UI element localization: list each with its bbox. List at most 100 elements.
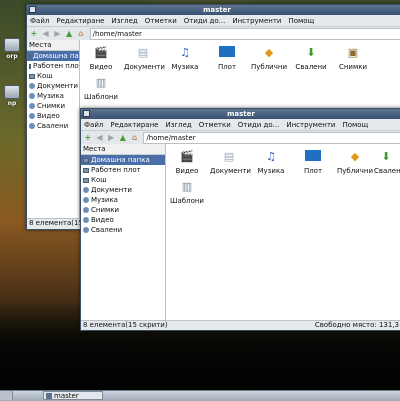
pictures-folder-icon: ▣: [347, 46, 359, 59]
folder-icon: [83, 197, 89, 203]
file-item-downloads[interactable]: ⬇Свалени: [292, 46, 330, 71]
sidebar-item-desktop[interactable]: Работен плот: [27, 61, 79, 71]
sidebar-item-desktop[interactable]: Работен плот: [81, 165, 165, 175]
file-item-public[interactable]: ◆ Публични: [250, 46, 288, 71]
taskbar: master: [0, 390, 400, 401]
menu-go[interactable]: Отиди до...: [184, 17, 226, 25]
places-sidebar: Места Домашна папка Работен плот Кош Док…: [81, 144, 166, 320]
sidebar-item-documents[interactable]: Документи: [81, 185, 165, 195]
back-icon[interactable]: ◀: [41, 29, 51, 39]
folder-icon: [29, 113, 35, 119]
sidebar-item-home[interactable]: Домашна папка: [27, 51, 79, 61]
file-manager-window-front[interactable]: master Файл Редактиране Изглед Отметки О…: [80, 108, 400, 331]
home-icon[interactable]: ⌂: [130, 133, 140, 143]
templates-folder-icon: ▥: [181, 180, 193, 193]
menu-tools[interactable]: Инструменти: [286, 121, 335, 129]
home-folder-icon: [29, 53, 31, 59]
public-folder-icon: ◆: [350, 150, 360, 163]
menubar: Файл Редактиране Изглед Отметки Отиди до…: [27, 15, 400, 27]
drive-icon: [4, 85, 20, 99]
new-tab-icon[interactable]: +: [29, 29, 39, 39]
home-folder-icon: [83, 157, 89, 163]
public-folder-icon: ◆: [264, 46, 274, 59]
window-menu-icon[interactable]: [29, 6, 36, 13]
sidebar-item-music[interactable]: Музика: [81, 195, 165, 205]
folder-icon: [29, 103, 35, 109]
sidebar-item-documents[interactable]: Документи: [27, 81, 79, 91]
start-menu-button[interactable]: [0, 391, 13, 400]
sidebar-item-videos[interactable]: Видео: [81, 215, 165, 225]
sidebar-header: Места: [27, 40, 79, 51]
sidebar-item-pictures[interactable]: Снимки: [81, 205, 165, 215]
sidebar-item-trash[interactable]: Кош: [27, 71, 79, 81]
window-menu-icon[interactable]: [83, 110, 90, 117]
sidebar-header: Места: [81, 144, 165, 155]
desktop-icon[interactable]: np: [0, 85, 24, 107]
forward-icon[interactable]: ▶: [52, 29, 62, 39]
menu-bookmarks[interactable]: Отметки: [199, 121, 231, 129]
menu-view[interactable]: Изглед: [111, 17, 137, 25]
menu-bookmarks[interactable]: Отметки: [145, 17, 177, 25]
documents-folder-icon: ▤: [223, 150, 235, 163]
menubar: Файл Редактиране Изглед Отметки Отиди до…: [81, 119, 400, 131]
file-item-music[interactable]: ♫ Музика: [166, 46, 204, 71]
file-item-desktop[interactable]: Плот: [208, 46, 246, 71]
music-folder-icon: ♫: [266, 150, 276, 163]
menu-go[interactable]: Отиди до...: [238, 121, 280, 129]
file-item-documents[interactable]: ▤ Документи: [124, 46, 165, 71]
new-tab-icon[interactable]: +: [83, 133, 93, 143]
toolbar: + ◀ ▶ ▲ ⌂ /home/master: [81, 131, 400, 145]
file-item-videos[interactable]: 🎬 Видео: [82, 46, 120, 71]
address-bar[interactable]: /home/master: [143, 131, 400, 144]
file-item-public[interactable]: ◆ Публични: [336, 150, 374, 175]
file-view[interactable]: 🎬 Видео ▤ Документи ♫ Музика Плот ◆ Публични…: [166, 144, 400, 320]
desktop-icon-label: np: [7, 100, 17, 107]
menu-edit[interactable]: Редактиране: [56, 17, 104, 25]
sidebar-item-downloads[interactable]: Свалени: [27, 121, 79, 131]
file-item-pictures[interactable]: ▣ Снимки: [334, 46, 372, 71]
window-titlebar[interactable]: master: [27, 5, 400, 15]
desktop-icon: [83, 167, 89, 173]
file-item-documents[interactable]: ▤ Документи: [210, 150, 251, 175]
home-icon[interactable]: ⌂: [76, 29, 86, 39]
menu-help[interactable]: Помощ: [288, 17, 314, 25]
file-item-desktop[interactable]: Плот: [294, 150, 332, 175]
file-item-templates[interactable]: ▥ Шаблони: [82, 76, 120, 101]
address-bar[interactable]: /home/master: [89, 27, 400, 40]
downloads-folder-icon: ⬇: [381, 150, 391, 163]
back-icon[interactable]: ◀: [95, 133, 105, 143]
desktop-folder-icon: [219, 46, 235, 57]
sidebar-item-music[interactable]: Музика: [27, 91, 79, 101]
taskbar-window-button[interactable]: master: [43, 391, 103, 400]
up-icon[interactable]: ▲: [64, 29, 74, 39]
sidebar-item-home[interactable]: Домашна папка: [81, 155, 165, 165]
forward-icon[interactable]: ▶: [106, 133, 116, 143]
file-item-downloads[interactable]: ⬇Свалени: [374, 150, 400, 175]
window-titlebar[interactable]: master: [81, 109, 400, 119]
up-icon[interactable]: ▲: [118, 133, 128, 143]
menu-view[interactable]: Изглед: [165, 121, 191, 129]
music-folder-icon: ♫: [180, 46, 190, 59]
sidebar-item-downloads[interactable]: Свалени: [81, 225, 165, 235]
sidebar-item-pictures[interactable]: Снимки: [27, 101, 79, 111]
computer-icon: [4, 38, 20, 52]
menu-tools[interactable]: Инструменти: [232, 17, 281, 25]
file-item-videos[interactable]: 🎬 Видео: [168, 150, 206, 175]
sidebar-item-videos[interactable]: Видео: [27, 111, 79, 121]
menu-file[interactable]: Файл: [30, 17, 49, 25]
menu-edit[interactable]: Редактиране: [110, 121, 158, 129]
folder-icon: [83, 187, 89, 193]
menu-file[interactable]: Файл: [84, 121, 103, 129]
desktop-icon: [29, 63, 31, 69]
toolbar: + ◀ ▶ ▲ ⌂ /home/master: [27, 27, 400, 41]
desktop-folder-icon: [305, 150, 321, 161]
desktop-icon[interactable]: orp: [0, 38, 24, 60]
video-folder-icon: 🎬: [180, 150, 194, 163]
folder-icon: [29, 93, 35, 99]
sidebar-item-trash[interactable]: Кош: [81, 175, 165, 185]
folder-icon: [83, 207, 89, 213]
menu-help[interactable]: Помощ: [342, 121, 368, 129]
file-item-templates[interactable]: ▥ Шаблони: [168, 180, 206, 205]
file-item-music[interactable]: ♫ Музика: [252, 150, 290, 175]
downloads-folder-icon: ⬇: [306, 46, 316, 59]
